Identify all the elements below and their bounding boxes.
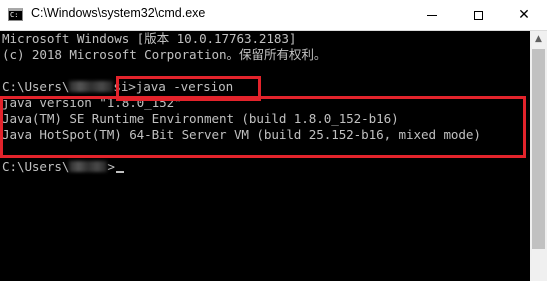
minimize-button[interactable] <box>409 0 455 30</box>
prompt-symbol: > <box>107 159 115 174</box>
window-title: C:\Windows\system32\cmd.exe <box>31 6 206 20</box>
prompt-prefix: C:\Users\ <box>2 79 70 94</box>
scroll-up-arrow-icon[interactable]: ▲ <box>530 31 547 48</box>
vertical-scrollbar[interactable]: ▲ <box>530 31 547 281</box>
scrollbar-thumb[interactable] <box>532 49 545 249</box>
redacted-username <box>69 161 108 172</box>
close-icon: ✕ <box>518 7 530 23</box>
maximize-button[interactable] <box>455 0 501 30</box>
text-cursor <box>115 171 124 173</box>
cmd-window: C: C:\Windows\system32\cmd.exe ✕ Microso… <box>0 0 547 281</box>
redacted-username <box>69 81 114 92</box>
banner-copyright-line: (c) 2018 Microsoft Corporation。保留所有权利。 <box>2 47 327 62</box>
output-highlight-box <box>0 96 526 158</box>
title-bar[interactable]: C: C:\Windows\system32\cmd.exe ✕ <box>0 0 547 31</box>
current-prompt-line[interactable]: C:\Users\ > <box>2 159 124 175</box>
minimize-icon <box>427 14 437 16</box>
maximize-icon <box>473 10 483 20</box>
close-button[interactable]: ✕ <box>501 0 547 30</box>
banner-version-line: Microsoft Windows [版本 10.0.17763.2183] <box>2 31 297 46</box>
prompt-prefix: C:\Users\ <box>2 159 70 174</box>
cmd-icon: C: <box>8 8 23 21</box>
